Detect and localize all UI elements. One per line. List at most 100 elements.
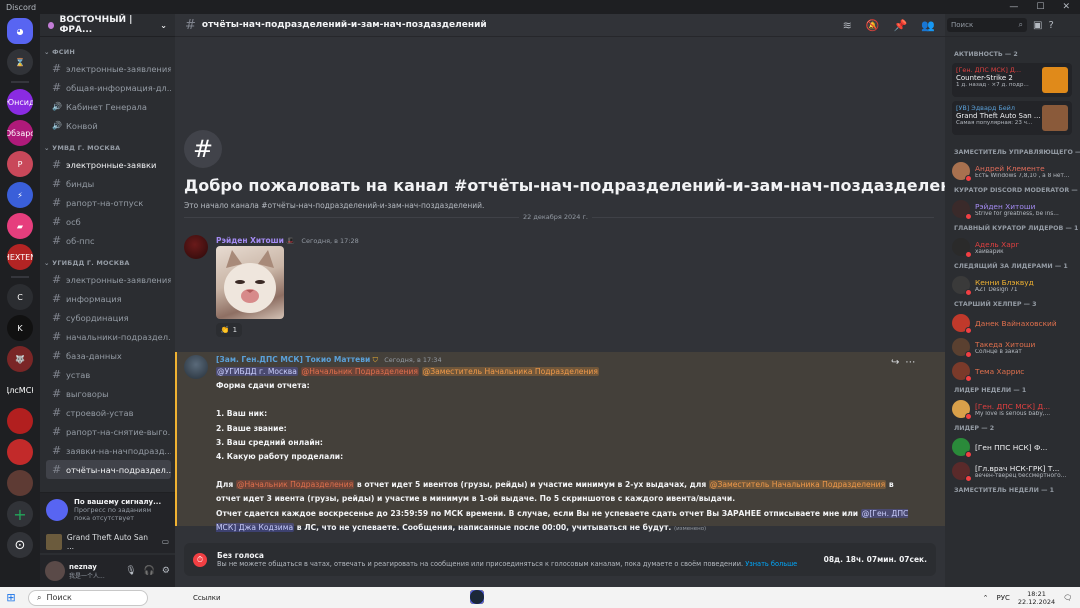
server-icon[interactable]: HEXTEN <box>7 244 33 270</box>
threads-icon[interactable]: ≋ <box>843 19 852 32</box>
role-mention[interactable]: @Заместитель Начальника Подразделения <box>421 367 599 376</box>
bolt-icon[interactable]: ⚡ <box>7 182 33 208</box>
folder-icon[interactable]: ▰ <box>7 213 33 239</box>
chevron-down-icon: ⌄ <box>44 48 53 56</box>
text-channel[interactable]: # электронные-заявки <box>46 155 171 174</box>
activity-card[interactable]: [Ген. ДПС МСК] Д... Counter-Strike 21 д. … <box>952 63 1072 97</box>
members-list-icon[interactable]: 👥 <box>921 19 935 32</box>
quest-progress-panel[interactable]: По вашему сигналу... Прогресс по задания… <box>40 492 175 530</box>
welcome-subtitle: Это начало канала #отчёты-нач-подразделе… <box>184 201 485 210</box>
gear-icon[interactable]: ⚙ <box>162 566 170 576</box>
text-channel[interactable]: # рапорт-на-снятие-выго... <box>46 422 171 441</box>
channel-category[interactable]: ⌄ УГИБДД Г. МОСКВА <box>40 250 175 270</box>
text-channel[interactable]: # строевой-устав <box>46 403 171 422</box>
server-icon[interactable]: Обзаро <box>7 120 33 146</box>
channel-label: рапорт-на-отпуск <box>66 197 144 208</box>
text-channel[interactable]: # устав <box>46 365 171 384</box>
voice-channel[interactable]: 🔊 Конвой <box>46 116 171 135</box>
server-icon[interactable] <box>7 408 33 434</box>
text-channel[interactable]: # заявки-на-начподразд... <box>46 441 171 460</box>
role-mention[interactable]: @Заместитель Начальника Подразделения <box>708 480 887 490</box>
server-icon[interactable]: Юнсид <box>7 89 33 115</box>
learn-more-link[interactable]: Узнать больше <box>745 560 797 568</box>
pin-icon[interactable]: 📌 <box>894 19 908 32</box>
member-item[interactable]: Рэйден Хитоши Strive for greatness, be in… <box>952 196 1078 222</box>
text-span: Отчет сдается каждое воскресенье до 23:5… <box>216 508 859 518</box>
taskbar-clock[interactable]: 18:21 22.12.2024 <box>1018 590 1055 606</box>
member-item[interactable]: [Гл.врач НСК-ГРК] Т... вечен-тверец бессм… <box>952 458 1078 484</box>
member-name: Такеда Хитоши <box>975 339 1036 349</box>
steam-icon[interactable] <box>470 590 484 604</box>
rules-paragraph: Для @Начальник Подразделения в отчет иде… <box>216 478 916 506</box>
taskbar-links[interactable]: Ссылки <box>193 594 221 602</box>
user-mention[interactable]: @УГИБДД г. Москва <box>216 367 298 376</box>
text-channel[interactable]: # выговоры <box>46 384 171 403</box>
close-button[interactable]: ✕ <box>1062 2 1070 12</box>
role-mention[interactable]: @Начальник Подразделения <box>300 367 419 376</box>
text-channel[interactable]: # осб <box>46 212 171 231</box>
game-activity-bar[interactable]: Grand Theft Auto San ... ▭ <box>40 530 175 553</box>
member-item[interactable]: Адель Харг хайварик <box>952 234 1078 260</box>
avatar[interactable] <box>184 355 208 379</box>
inbox-icon[interactable]: ▣ <box>1033 20 1042 31</box>
activity-card[interactable]: [УВ] Эдвард Бейл Grand Theft Auto San ...… <box>952 101 1072 135</box>
explore-servers-icon[interactable]: ⊙ <box>7 532 33 558</box>
help-icon[interactable]: ? <box>1048 20 1053 31</box>
avatar <box>952 338 972 358</box>
cat-photo-attachment[interactable] <box>216 246 284 319</box>
member-item[interactable]: [Ген ППС НСК] Ф... <box>952 434 1078 460</box>
minimize-button[interactable]: — <box>1009 2 1018 12</box>
avatar <box>952 362 972 382</box>
member-item[interactable]: Такеда Хитоши Солнце в закат <box>952 334 1078 360</box>
text-channel[interactable]: # рапорт-на-отпуск <box>46 193 171 212</box>
wolf-icon[interactable]: 🐺 <box>7 346 33 372</box>
server-header[interactable]: ВОСТОЧНЫЙ | ФРА... ⌄ <box>40 14 175 37</box>
hourglass-icon[interactable]: ⌛ <box>7 49 33 75</box>
search-input[interactable]: Поиск ⌕ <box>947 18 1027 32</box>
text-channel[interactable]: # электронные-заявления <box>46 270 171 289</box>
notification-bell-icon[interactable]: 🔕 <box>866 19 880 32</box>
member-item[interactable]: Тема Харрис <box>952 358 1078 384</box>
server-icon[interactable]: ДлсМСК <box>7 377 33 403</box>
role-mention[interactable]: @Начальник Подразделения <box>235 480 355 490</box>
screen-share-icon[interactable]: ▭ <box>162 537 169 546</box>
text-channel[interactable]: # отчёты-нач-подраздел... <box>46 460 171 479</box>
channel-category[interactable]: ⌄ УМВД Г. МОСКВА <box>40 135 175 155</box>
tray-overflow-icon[interactable]: ⌃ <box>983 594 989 602</box>
text-channel[interactable]: # об-ппс <box>46 231 171 250</box>
notifications-icon[interactable]: 🗨 <box>1063 594 1072 602</box>
member-item[interactable]: Данек Вайнаховский <box>952 310 1078 336</box>
text-channel[interactable]: # начальники-подраздел... <box>46 327 171 346</box>
text-channel[interactable]: # информация <box>46 289 171 308</box>
taskbar-search[interactable]: ⌕ Поиск <box>28 589 148 606</box>
voice-channel[interactable]: 🔊 Кабинет Генерала <box>46 97 171 116</box>
maximize-button[interactable]: ☐ <box>1036 2 1044 12</box>
server-icon[interactable]: K <box>7 315 33 341</box>
member-item[interactable]: Андрей Клементе Есть Windows 7,8,10 , а 8… <box>952 158 1078 184</box>
windows-start-icon[interactable]: ⊞ <box>0 591 22 604</box>
text-channel[interactable]: # бинды <box>46 174 171 193</box>
headphones-icon[interactable]: 🎧 <box>144 566 155 576</box>
server-icon[interactable] <box>7 439 33 465</box>
microphone-icon[interactable]: 🎙 <box>125 566 136 576</box>
message-author[interactable]: [Зам. Ген.ДПС МСК] Токио Маттеви <box>216 355 370 364</box>
server-icon[interactable]: C <box>7 284 33 310</box>
channel-category[interactable]: ⌄ ФСИН <box>40 39 175 59</box>
channel-label: устав <box>66 369 91 380</box>
reaction-button[interactable]: 👏 1 <box>216 323 242 337</box>
message-author[interactable]: Рэйден Хитоши <box>216 236 284 245</box>
text-channel[interactable]: # общая-информация-дл... <box>46 78 171 97</box>
member-item[interactable]: [Ген. ДПС МСК] Д... My love is serious ba… <box>952 396 1078 422</box>
server-icon[interactable] <box>7 470 33 496</box>
role-group-header: СТАРШИЙ ХЕЛПЕР — 3 <box>954 301 1037 308</box>
avatar[interactable] <box>45 561 65 581</box>
text-channel[interactable]: # база-данных <box>46 346 171 365</box>
server-icon[interactable]: P <box>7 151 33 177</box>
text-channel[interactable]: # электронные-заявления <box>46 59 171 78</box>
text-channel[interactable]: # субординация <box>46 308 171 327</box>
language-indicator[interactable]: РУС <box>997 594 1010 602</box>
discord-icon[interactable]: ◕ <box>7 18 33 44</box>
add-server-icon[interactable]: + <box>7 501 33 527</box>
member-item[interactable]: Кенни Блэквуд AZT Design 71 <box>952 272 1078 298</box>
avatar[interactable] <box>184 235 208 259</box>
